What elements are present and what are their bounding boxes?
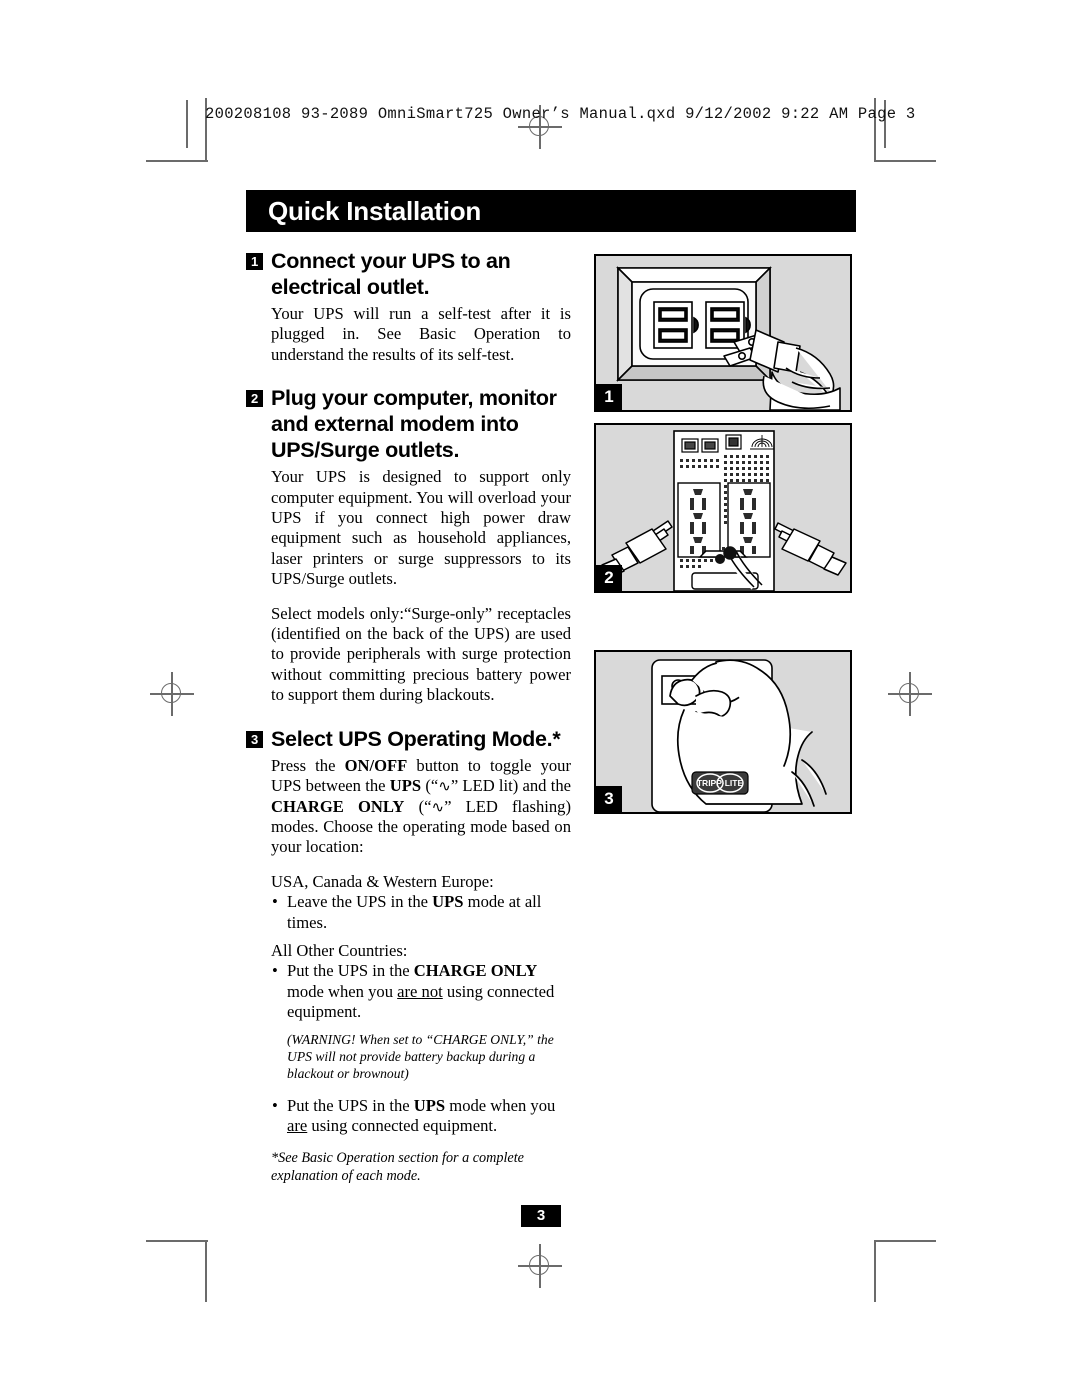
step-3-text-5: (“ bbox=[404, 796, 432, 816]
sine-wave-led-icon: ∿ bbox=[438, 777, 451, 796]
bullet-2-underline: are not bbox=[397, 981, 443, 1001]
bullet-3-pre: Put the UPS in the bbox=[287, 1095, 414, 1115]
figure-2-ups-rear: 2 bbox=[594, 423, 852, 593]
step-3-text-3: (“ bbox=[421, 776, 439, 796]
bullet-3-mid: mode when you bbox=[445, 1095, 556, 1115]
section-title-banner: Quick Installation bbox=[246, 190, 856, 232]
bullet-2-bold: CHARGE ONLY bbox=[413, 961, 538, 981]
sine-wave-led-icon-2: ∿ bbox=[431, 797, 445, 816]
ups-front-button-drawing: TRIPP·LITE bbox=[651, 659, 827, 812]
bullet-2-mid: mode when you bbox=[287, 981, 398, 1001]
region-usa-bullet-list: Leave the UPS in the UPS mode at all tim… bbox=[246, 892, 571, 933]
step-1-title: Connect your UPS to an electrical outlet… bbox=[271, 249, 511, 299]
step-2-body-secondary: Select models only:“Surge-only” receptac… bbox=[271, 603, 571, 705]
charge-only-warning-note: (WARNING! When set to “CHARGE ONLY,” the… bbox=[287, 1031, 554, 1081]
onoff-bold-label: ON/OFF bbox=[344, 755, 408, 775]
bullet-2-pre: Put the UPS in the bbox=[287, 961, 414, 981]
crop-mark-bottom-left-horizontal bbox=[146, 1240, 208, 1242]
registration-mark-left-center bbox=[150, 672, 194, 716]
ups-mode-bullet-list: Put the UPS in the UPS mode when you are… bbox=[246, 1096, 571, 1137]
region-usa-label: USA, Canada & Western Europe: bbox=[271, 871, 494, 891]
step-3-heading: 3 Select UPS Operating Mode.* bbox=[246, 726, 571, 752]
list-item: Put the UPS in the UPS mode when you are… bbox=[271, 1096, 571, 1137]
bullet-3-post: using connected equipment. bbox=[307, 1115, 498, 1135]
wall-outlet-drawing bbox=[616, 266, 841, 410]
step-2-title: Plug your computer, monitor and external… bbox=[271, 386, 557, 463]
region-other-label: All Other Countries: bbox=[271, 940, 408, 960]
crop-mark-bottom-right-vertical bbox=[874, 1240, 876, 1302]
step-1-heading: 1 Connect your UPS to an electrical outl… bbox=[246, 248, 571, 300]
tripp-lite-logo-text: TRIPP·LITE bbox=[697, 778, 744, 788]
step-3-text-4: ” LED lit) and the bbox=[450, 776, 571, 796]
bullet-3-bold: UPS bbox=[413, 1095, 446, 1115]
crop-mark-bottom-left-vertical bbox=[205, 1240, 207, 1302]
instruction-column: 1 Connect your UPS to an electrical outl… bbox=[246, 248, 571, 1185]
filestamp-left-rule bbox=[186, 100, 188, 148]
ups-rear-drawing bbox=[601, 430, 847, 591]
basic-operation-footnote: *See Basic Operation section for a compl… bbox=[271, 1150, 524, 1184]
step-3-text-1: Press the bbox=[271, 755, 345, 775]
registration-mark-right-center bbox=[888, 672, 932, 716]
crop-mark-bottom-right-horizontal bbox=[874, 1240, 936, 1242]
registration-mark-circle bbox=[161, 683, 181, 703]
ups-bold-label: UPS bbox=[389, 776, 422, 796]
step-2-number-badge: 2 bbox=[246, 390, 263, 408]
list-item: Put the UPS in the CHARGE ONLY mode when… bbox=[271, 961, 571, 1022]
registration-mark-circle bbox=[899, 683, 919, 703]
charge-only-bold-label: CHARGE ONLY bbox=[271, 796, 405, 816]
crop-mark-top-right-horizontal bbox=[874, 160, 936, 162]
step-3-number-badge: 3 bbox=[246, 730, 263, 748]
prepress-filestamp: 200208108 93-2089 OmniSmart725 Owner’s M… bbox=[205, 105, 916, 123]
step-2-body: Your UPS is designed to support only com… bbox=[271, 467, 571, 589]
figure-3-badge: 3 bbox=[596, 786, 622, 812]
bullet-1-bold: UPS bbox=[432, 892, 464, 912]
step-1-body: Your UPS will run a self-test after it i… bbox=[271, 304, 571, 364]
crop-mark-top-left-horizontal bbox=[146, 160, 208, 162]
step-3-body: Press the ON/OFF button to toggle your U… bbox=[246, 756, 571, 858]
step-3-title: Select UPS Operating Mode.* bbox=[271, 726, 561, 751]
step-2-heading: 2 Plug your computer, monitor and extern… bbox=[246, 385, 571, 463]
bullet-3-underline: are bbox=[287, 1115, 308, 1135]
region-other-bullet-list: Put the UPS in the CHARGE ONLY mode when… bbox=[246, 961, 571, 1022]
registration-mark-circle bbox=[529, 1255, 549, 1275]
list-item: Leave the UPS in the UPS mode at all tim… bbox=[271, 892, 571, 933]
manual-page: 200208108 93-2089 OmniSmart725 Owner’s M… bbox=[0, 0, 1080, 1397]
bullet-1-pre: Leave the UPS in the bbox=[287, 892, 433, 912]
registration-mark-bottom-center bbox=[518, 1244, 562, 1288]
figure-1-badge: 1 bbox=[596, 384, 622, 410]
figure-1-wall-outlet: 1 bbox=[594, 254, 852, 412]
figure-2-badge: 2 bbox=[596, 565, 622, 591]
page-title: Quick Installation bbox=[268, 195, 482, 226]
page-number: 3 bbox=[521, 1205, 561, 1227]
figure-3-power-button: TRIPP·LITE 3 bbox=[594, 650, 852, 814]
step-1-number-badge: 1 bbox=[246, 253, 263, 270]
